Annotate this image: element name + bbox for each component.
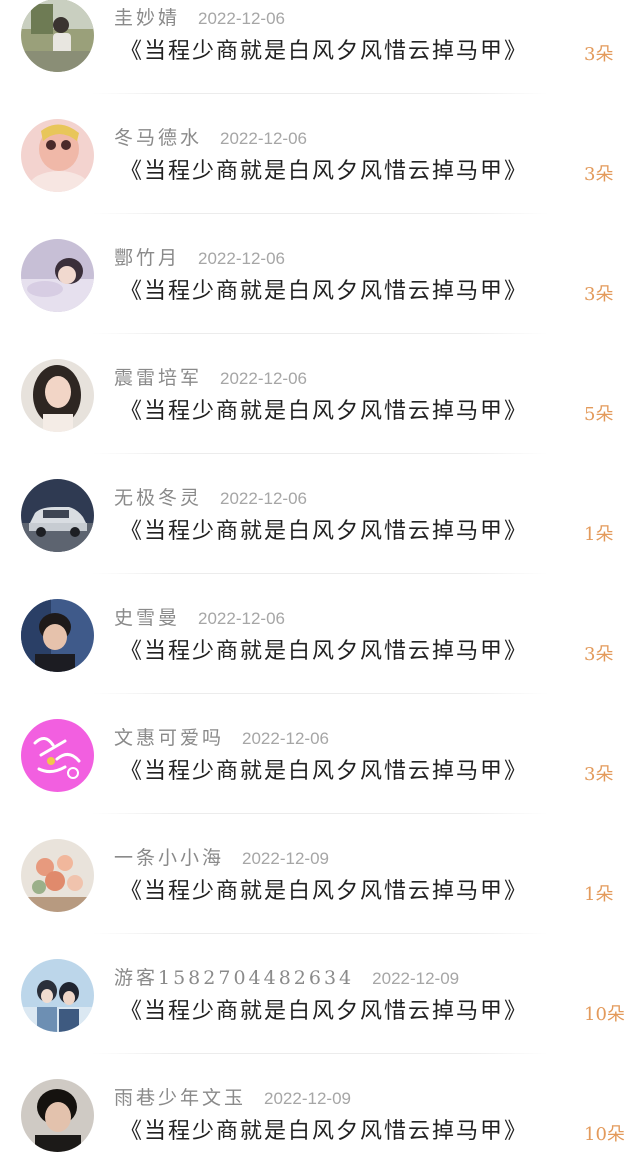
list-item[interactable]: 雨巷少年文玉 2022-12-09 《当程少商就是白风夕风惜云掉马甲》 10朵: [0, 1054, 640, 1174]
username[interactable]: 冬马德水: [114, 123, 202, 150]
entry-date: 2022-12-09: [242, 849, 329, 868]
list-item[interactable]: 震雷培军 2022-12-06 《当程少商就是白风夕风惜云掉马甲》 5朵: [0, 334, 640, 454]
entry-date: 2022-12-09: [264, 1089, 351, 1108]
entry-meta: 游客1582704482634 2022-12-09: [114, 963, 459, 989]
entry-meta: 冬马德水 2022-12-06: [114, 123, 307, 149]
entry-meta: 震雷培军 2022-12-06: [114, 363, 307, 389]
username[interactable]: 一条小小海: [114, 843, 224, 870]
young-man-avatar[interactable]: [21, 1079, 94, 1152]
list-item[interactable]: 游客1582704482634 2022-12-09 《当程少商就是白风夕风惜云…: [0, 934, 640, 1054]
list-item[interactable]: 酆竹月 2022-12-06 《当程少商就是白风夕风惜云掉马甲》 3朵: [0, 214, 640, 334]
flower-count: 3朵: [584, 284, 614, 305]
list-item[interactable]: 一条小小海 2022-12-09 《当程少商就是白风夕风惜云掉马甲》 1朵: [0, 814, 640, 934]
outdoor-person-avatar[interactable]: [21, 0, 94, 72]
pink-lettering-avatar[interactable]: [21, 719, 94, 792]
entry-meta: 酆竹月 2022-12-06: [114, 243, 285, 269]
book-title[interactable]: 《当程少商就是白风夕风惜云掉马甲》: [120, 37, 580, 67]
username[interactable]: 酆竹月: [114, 243, 180, 270]
entry-meta: 无极冬灵 2022-12-06: [114, 483, 307, 509]
flowers-avatar[interactable]: [21, 839, 94, 912]
list-item[interactable]: 无极冬灵 2022-12-06 《当程少商就是白风夕风惜云掉马甲》 1朵: [0, 454, 640, 574]
entry-date: 2022-12-06: [198, 609, 285, 628]
entry-meta: 雨巷少年文玉 2022-12-09: [114, 1083, 351, 1109]
entry-meta: 圭妙婧 2022-12-06: [114, 3, 285, 29]
book-title[interactable]: 《当程少商就是白风夕风惜云掉马甲》: [120, 277, 580, 307]
flower-count: 3朵: [584, 644, 614, 665]
flower-count: 3朵: [584, 164, 614, 185]
book-title[interactable]: 《当程少商就是白风夕风惜云掉马甲》: [120, 517, 580, 547]
entry-date: 2022-12-06: [220, 489, 307, 508]
username[interactable]: 雨巷少年文玉: [114, 1083, 246, 1110]
girl-lying-avatar[interactable]: [21, 239, 94, 312]
username[interactable]: 圭妙婧: [114, 3, 180, 30]
flower-count: 10朵: [584, 1124, 625, 1145]
list-item[interactable]: 圭妙婧 2022-12-06 《当程少商就是白风夕风惜云掉马甲》 3朵: [0, 0, 640, 94]
gift-record-list: 圭妙婧 2022-12-06 《当程少商就是白风夕风惜云掉马甲》 3朵 冬马德水…: [0, 0, 640, 1174]
username[interactable]: 文惠可爱吗: [114, 723, 224, 750]
book-title[interactable]: 《当程少商就是白风夕风惜云掉马甲》: [120, 637, 580, 667]
book-title[interactable]: 《当程少商就是白风夕风惜云掉马甲》: [120, 1117, 580, 1147]
book-title[interactable]: 《当程少商就是白风夕风惜云掉马甲》: [120, 397, 580, 427]
username[interactable]: 震雷培军: [114, 363, 202, 390]
book-title[interactable]: 《当程少商就是白风夕风惜云掉马甲》: [120, 997, 580, 1027]
entry-date: 2022-12-06: [198, 249, 285, 268]
book-title[interactable]: 《当程少商就是白风夕风惜云掉马甲》: [120, 757, 580, 787]
list-item[interactable]: 史雪曼 2022-12-06 《当程少商就是白风夕风惜云掉马甲》 3朵: [0, 574, 640, 694]
entry-date: 2022-12-06: [220, 129, 307, 148]
couple-avatar[interactable]: [21, 959, 94, 1032]
username[interactable]: 游客1582704482634: [114, 963, 354, 990]
man-portrait-avatar[interactable]: [21, 599, 94, 672]
entry-date: 2022-12-09: [372, 969, 460, 988]
entry-date: 2022-12-06: [242, 729, 329, 748]
flower-count: 5朵: [584, 404, 614, 425]
book-title[interactable]: 《当程少商就是白风夕风惜云掉马甲》: [120, 877, 580, 907]
list-item[interactable]: 文惠可爱吗 2022-12-06 《当程少商就是白风夕风惜云掉马甲》 3朵: [0, 694, 640, 814]
woman-portrait-avatar[interactable]: [21, 359, 94, 432]
username[interactable]: 无极冬灵: [114, 483, 202, 510]
entry-meta: 一条小小海 2022-12-09: [114, 843, 329, 869]
car-avatar[interactable]: [21, 479, 94, 552]
entry-meta: 史雪曼 2022-12-06: [114, 603, 285, 629]
entry-date: 2022-12-06: [198, 9, 285, 28]
username[interactable]: 史雪曼: [114, 603, 180, 630]
flower-count: 3朵: [584, 44, 614, 65]
list-item[interactable]: 冬马德水 2022-12-06 《当程少商就是白风夕风惜云掉马甲》 3朵: [0, 94, 640, 214]
entry-meta: 文惠可爱吗 2022-12-06: [114, 723, 329, 749]
flower-count: 3朵: [584, 764, 614, 785]
flower-count: 1朵: [584, 524, 614, 545]
pink-portrait-avatar[interactable]: [21, 119, 94, 192]
flower-count: 1朵: [584, 884, 614, 905]
flower-count: 10朵: [584, 1004, 625, 1025]
entry-date: 2022-12-06: [220, 369, 307, 388]
book-title[interactable]: 《当程少商就是白风夕风惜云掉马甲》: [120, 157, 580, 187]
